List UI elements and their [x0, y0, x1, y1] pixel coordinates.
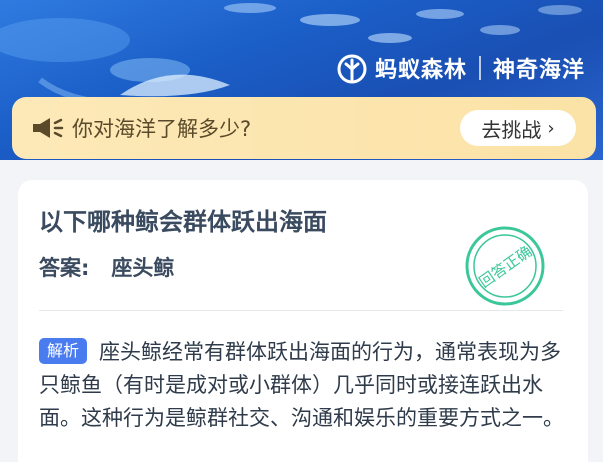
brand-header: 蚂蚁森林 神奇海洋 — [335, 50, 585, 86]
megaphone-icon — [33, 118, 64, 138]
brand-separator — [478, 56, 481, 80]
explanation-text: 解析 座头鲸经常有群体跃出海面的行为，通常表现为多只鲸鱼（有时是成对或小群体）几乎… — [39, 336, 569, 435]
quiz-challenge-bar: 你对海洋了解多少? 去挑战 › — [12, 97, 596, 159]
go-challenge-button[interactable]: 去挑战 › — [460, 110, 576, 146]
answer-label: 答案: — [39, 256, 90, 280]
brand-name: 蚂蚁森林 — [374, 58, 467, 83]
explanation-tag: 解析 — [39, 338, 88, 364]
question-title: 以下哪种鲸会群体跃出海面 — [39, 208, 327, 236]
go-challenge-label: 去挑战 — [481, 117, 542, 142]
ant-forest-leaf-icon — [337, 54, 367, 84]
correct-answer-stamp: 回答正确 — [465, 226, 545, 306]
explanation-body: 座头鲸经常有群体跃出海面的行为，通常表现为多只鲸鱼（有时是成对或小群体）几乎同时… — [39, 340, 564, 430]
chevron-right-icon: › — [547, 117, 555, 139]
brand-subtitle: 神奇海洋 — [492, 58, 585, 83]
stamp-text: 回答正确 — [476, 242, 535, 291]
quiz-prompt: 你对海洋了解多少? — [72, 117, 252, 141]
answer-row: 答案: 座头鲸 — [39, 252, 174, 282]
answer-card: 以下哪种鲸会群体跃出海面 答案: 座头鲸 回答正确 解析 座头鲸经常有群体跃出海面… — [18, 180, 588, 462]
divider — [39, 310, 563, 311]
answer-value: 座头鲸 — [111, 256, 175, 280]
